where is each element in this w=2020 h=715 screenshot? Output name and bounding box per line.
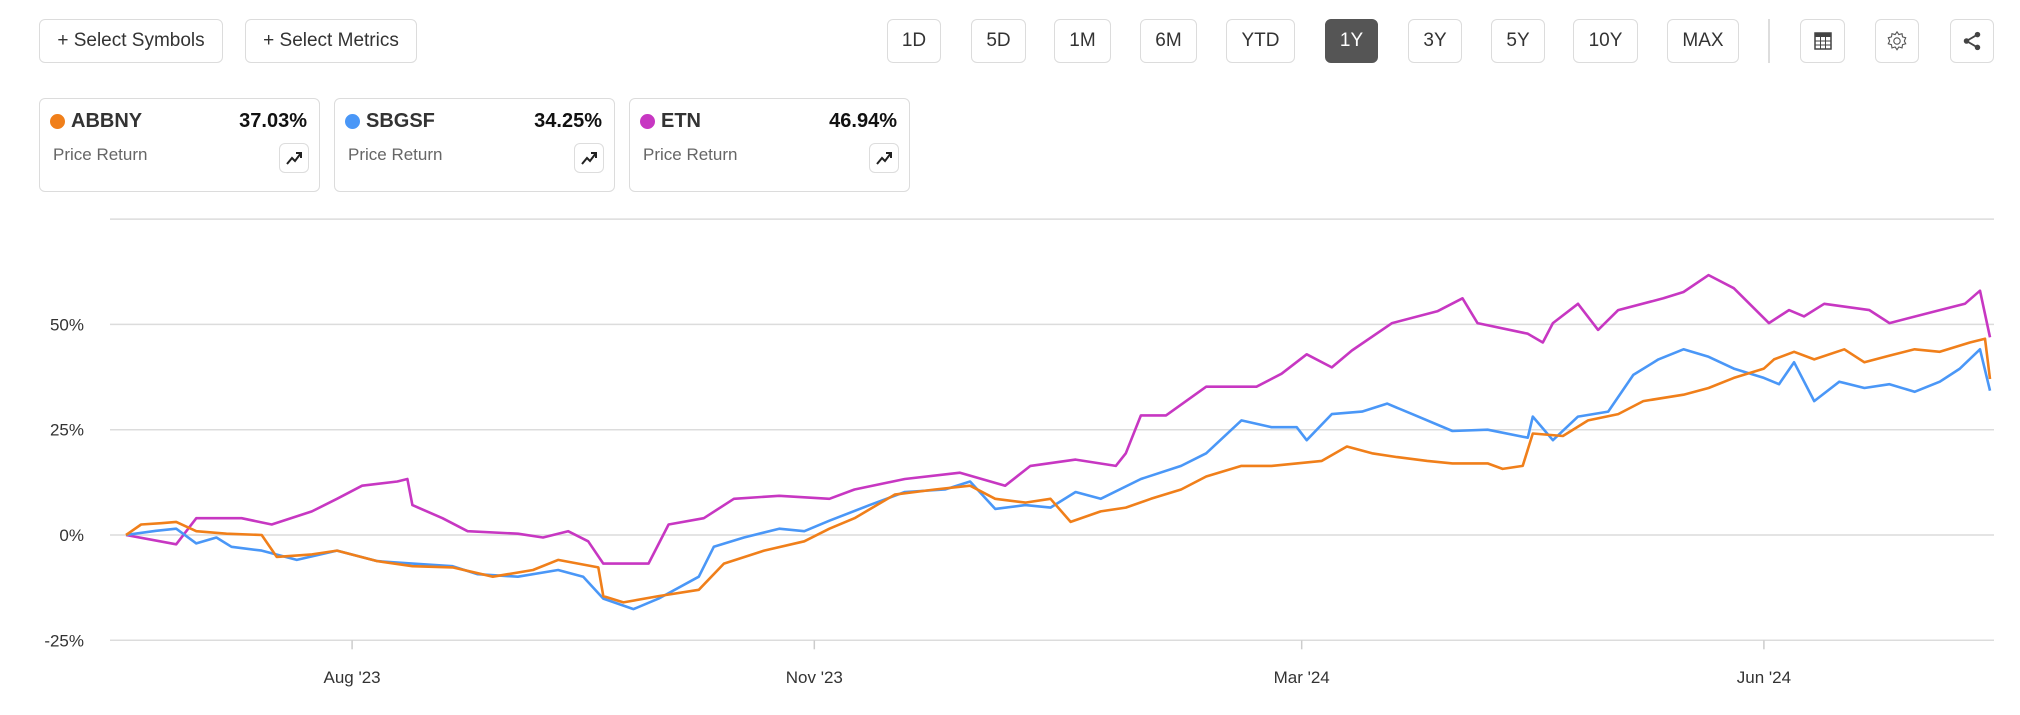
x-tick-label: Aug '23 <box>324 668 381 687</box>
y-tick-label: 25% <box>50 421 84 440</box>
series-line-etn <box>125 273 1992 565</box>
x-tick-label: Mar '24 <box>1274 668 1330 687</box>
y-tick-label: 0% <box>59 526 84 545</box>
price-return-chart: 50% 25% 0% -25% Aug '23 Nov '23 Mar '24 Jun '24 <box>44 218 1994 687</box>
y-tick-label: -25% <box>44 631 84 650</box>
y-tick-label: 50% <box>50 315 84 334</box>
x-tick-label: Nov '23 <box>786 668 843 687</box>
x-tick-label: Jun '24 <box>1737 668 1791 687</box>
